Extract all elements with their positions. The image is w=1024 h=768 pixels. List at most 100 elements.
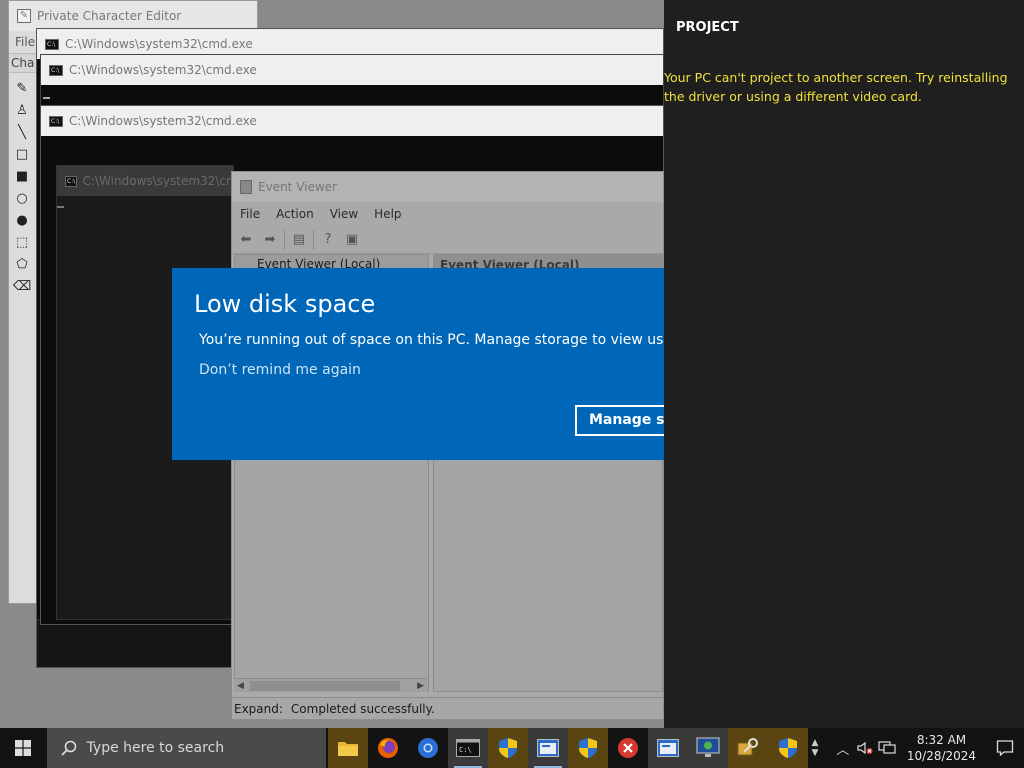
pencil-tool-icon[interactable]: ✎	[13, 79, 31, 97]
status-text: Completed successfully.	[290, 702, 435, 716]
svg-text:C:\: C:\	[459, 746, 472, 754]
filled-ellipse-tool-icon[interactable]: ●	[13, 211, 31, 229]
brush-tool-icon[interactable]: ♙	[13, 101, 31, 119]
cmd-title: C:\Windows\system32\cmd.exe	[65, 37, 253, 51]
taskbar-firefox[interactable]	[368, 728, 408, 768]
event-viewer-menubar: File Action View Help	[232, 202, 663, 226]
taskbar-window-app[interactable]	[528, 728, 569, 768]
scroll-left-icon[interactable]: ◀	[237, 681, 244, 691]
taskbar-uac-shield-3[interactable]	[768, 728, 809, 768]
clock-time: 8:32 AM	[916, 733, 967, 747]
eraser-tool-icon[interactable]: ⌫	[13, 277, 31, 295]
hollow-rect-tool-icon[interactable]: □	[13, 145, 31, 163]
browser-icon	[418, 738, 439, 758]
taskbar-overflow-scroll[interactable]: ▲ ▼	[808, 728, 822, 768]
cmd-icon: C:\	[49, 64, 63, 76]
keys-icon	[737, 738, 759, 756]
pce-app-icon: ✎	[17, 9, 31, 23]
project-warning-text: Your PC can't project to another screen.…	[664, 70, 1008, 104]
search-placeholder: Type here to search	[86, 740, 225, 756]
cmd-titlebar[interactable]: C:\ C:\Windows\system32\cmd.exe	[41, 106, 663, 136]
project-heading: PROJECT	[676, 20, 739, 35]
cmd-titlebar[interactable]: C:\ C:\Windows\system32\cmd.exe	[41, 55, 663, 85]
search-icon	[60, 740, 76, 756]
shield-icon	[579, 738, 598, 758]
taskbar: Type here to search C:\ ▲ ▼ ︿ 8:32 AM 10…	[0, 728, 1024, 768]
console-tree-icon[interactable]: ▤	[289, 230, 309, 250]
project-flyout: PROJECT Your PC can't project to another…	[664, 0, 1024, 728]
terminal-icon: C:\	[456, 739, 481, 757]
taskbar-command-prompt[interactable]: C:\	[448, 728, 489, 768]
event-viewer-title: Event Viewer	[258, 180, 337, 194]
menu-file[interactable]: File	[240, 207, 260, 221]
cmd-title: C:\Windows\system32\cmd.exe	[69, 114, 257, 128]
cmd-icon: C:\	[49, 115, 63, 127]
firefox-icon	[378, 738, 399, 758]
taskbar-display-app[interactable]	[688, 728, 729, 768]
chevron-down-icon[interactable]: ▼	[811, 748, 818, 758]
status-label: Expand:	[234, 702, 283, 716]
network-icon[interactable]	[876, 741, 898, 755]
pce-title: Private Character Editor	[37, 9, 182, 23]
rect-select-tool-icon[interactable]: ⬚	[13, 233, 31, 251]
pce-titlebar[interactable]: ✎ Private Character Editor	[9, 1, 257, 31]
cmd-titlebar[interactable]: C:\ C:\Windows\system32\cmd.exe	[57, 166, 233, 196]
toolbar-separator	[284, 229, 285, 250]
action-pane-icon[interactable]: ▣	[342, 230, 362, 250]
show-hidden-icons-chevron-icon[interactable]: ︿	[832, 739, 854, 758]
menu-help[interactable]: Help	[374, 207, 401, 221]
help-icon[interactable]: ?	[318, 230, 338, 250]
cmd-title: C:\Windows\system32\cmd.exe	[69, 63, 257, 77]
taskbar-uac-shield-1[interactable]	[488, 728, 529, 768]
error-icon	[618, 738, 639, 758]
low-disk-space-notification[interactable]: Low disk space You’re running out of spa…	[172, 268, 664, 460]
back-arrow-icon[interactable]: ⬅	[236, 230, 256, 250]
cmd-title: C:\Windows\system32\cmd.exe	[82, 174, 233, 188]
manage-storage-button[interactable]: Manage storage	[575, 405, 664, 436]
menu-action[interactable]: Action	[276, 207, 314, 221]
system-tray: ︿	[832, 728, 898, 768]
folder-icon	[338, 742, 359, 756]
scroll-right-icon[interactable]: ▶	[417, 681, 424, 691]
monitor-icon	[696, 737, 720, 757]
clock-date: 10/28/2024	[906, 749, 977, 763]
shield-icon	[499, 738, 518, 758]
menu-view[interactable]: View	[330, 207, 358, 221]
taskbar-apps: C:\	[328, 728, 809, 768]
taskbar-keys-app[interactable]	[728, 728, 769, 768]
start-button[interactable]	[0, 728, 47, 768]
scroll-thumb[interactable]	[250, 680, 400, 691]
event-viewer-statusbar: Expand: Completed successfully.	[232, 697, 663, 719]
taskbar-error-app[interactable]	[608, 728, 648, 768]
freeform-select-tool-icon[interactable]: ⬠	[13, 255, 31, 273]
taskbar-file-explorer[interactable]	[328, 728, 369, 768]
taskbar-window-app-2[interactable]	[648, 728, 689, 768]
taskbar-clock[interactable]: 8:32 AM 10/28/2024	[902, 732, 982, 764]
window-app-icon	[657, 739, 680, 757]
cmd-icon: C:\	[65, 175, 77, 187]
window-app-icon	[537, 739, 560, 757]
cmd-cursor	[57, 206, 64, 208]
taskbar-uac-shield-2[interactable]	[568, 728, 609, 768]
forward-arrow-icon[interactable]: ➡	[260, 230, 280, 250]
chevron-up-icon[interactable]: ▲	[811, 738, 818, 748]
taskbar-search-box[interactable]: Type here to search	[46, 728, 327, 768]
dont-remind-link[interactable]: Don’t remind me again	[199, 362, 361, 378]
cmd-cursor	[43, 97, 50, 99]
event-viewer-titlebar[interactable]: Event Viewer	[232, 172, 663, 202]
action-center-button[interactable]	[985, 728, 1024, 768]
hollow-ellipse-tool-icon[interactable]: ○	[13, 189, 31, 207]
filled-rect-tool-icon[interactable]: ■	[13, 167, 31, 185]
shield-icon	[779, 738, 798, 758]
event-viewer-icon	[240, 180, 252, 194]
notification-title: Low disk space	[194, 290, 376, 318]
tree-horizontal-scrollbar[interactable]: ◀ ▶	[234, 678, 427, 692]
event-viewer-toolbar: ⬅ ➡ ▤ ? ▣	[232, 226, 663, 254]
volume-muted-icon[interactable]	[854, 741, 876, 755]
taskbar-chrome[interactable]	[408, 728, 448, 768]
notification-icon	[996, 740, 1013, 757]
pce-toolbox: ✎ ♙ ╲ □ ■ ○ ● ⬚ ⬠ ⌫	[13, 77, 35, 299]
notification-message: You’re running out of space on this PC. …	[199, 332, 664, 348]
toolbar-separator	[313, 229, 314, 250]
line-tool-icon[interactable]: ╲	[13, 123, 31, 141]
